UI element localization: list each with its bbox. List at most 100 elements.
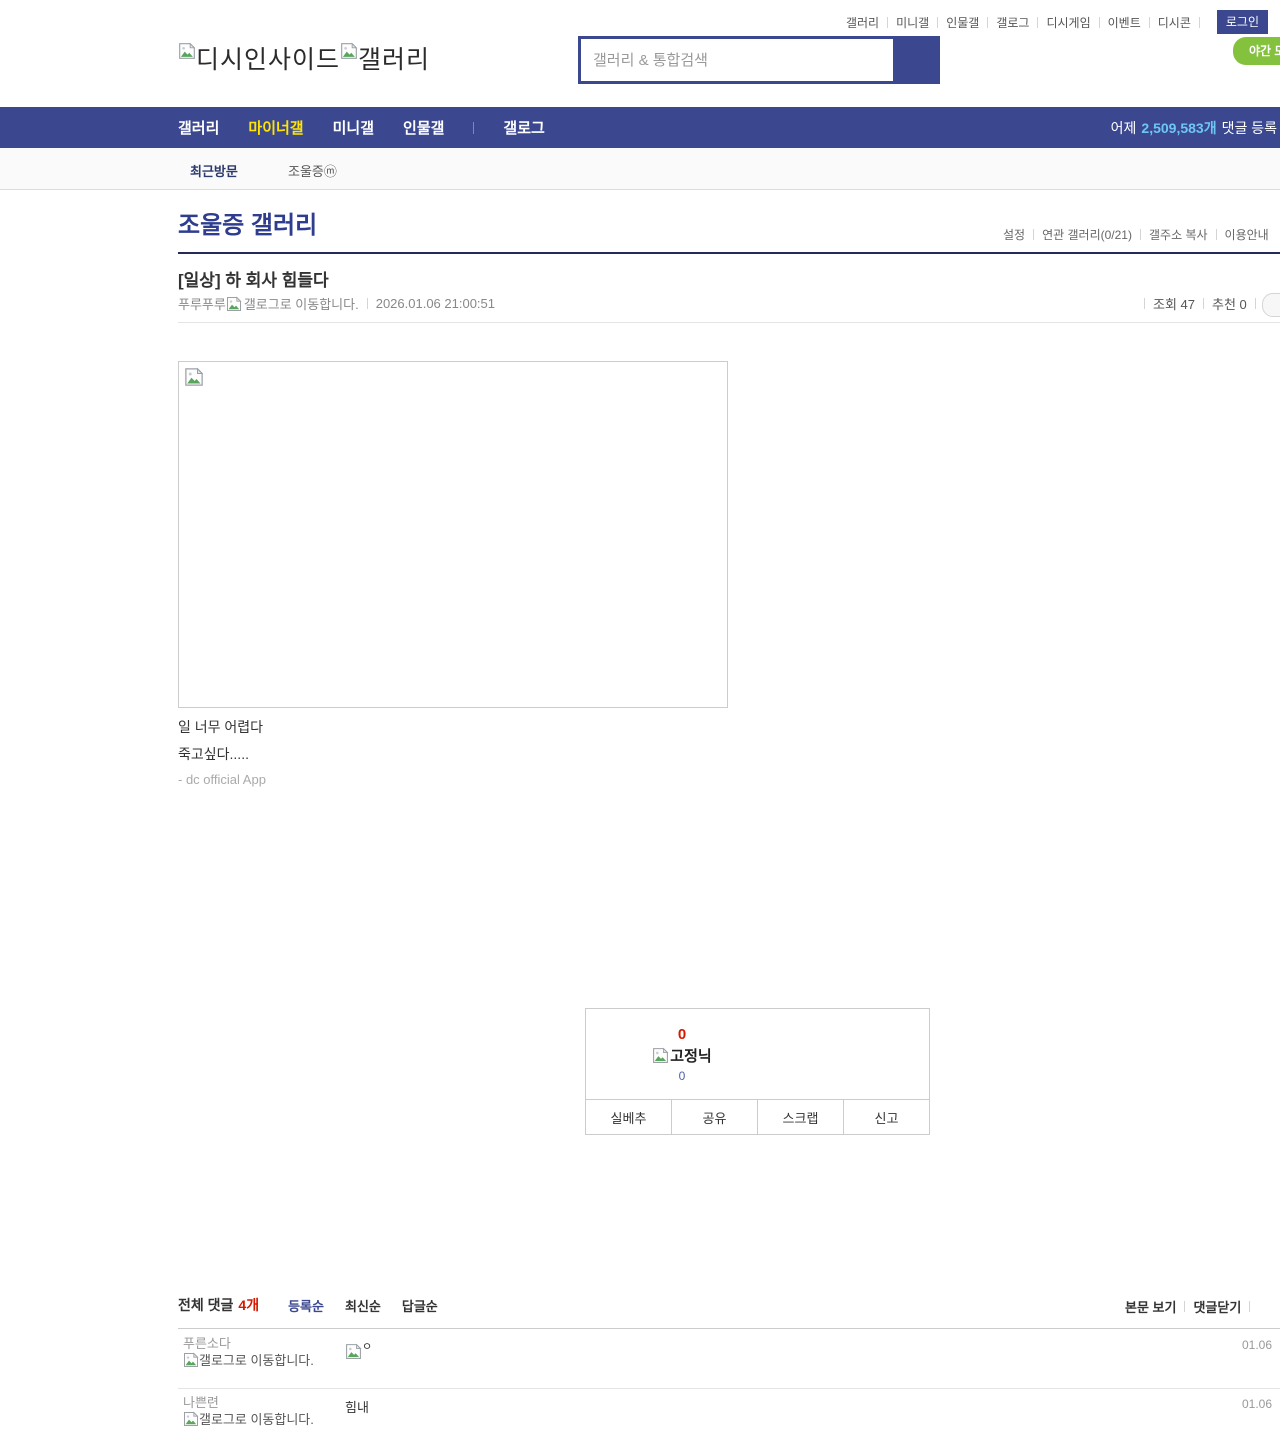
nav-item-gallery[interactable]: 갤러리 (178, 117, 219, 138)
search-button[interactable] (893, 39, 937, 81)
stats-prefix: 어제 (1110, 119, 1137, 136)
recent-visit-label[interactable]: 최근방문 (190, 161, 238, 180)
divider (366, 298, 368, 309)
close-comments-button[interactable]: 댓글닫기 (1193, 1297, 1241, 1316)
divider (1098, 16, 1100, 28)
broken-image-icon (184, 367, 204, 387)
topbar-link-gallog[interactable]: 갤로그 (996, 14, 1029, 31)
comment-author[interactable]: 푸른소다 (183, 1336, 317, 1352)
comment-gallog-link[interactable]: 갤로그로 이동합니다. (183, 1352, 317, 1369)
comment-gallog-link[interactable]: 갤로그로 이동합니다. (183, 1411, 317, 1428)
post-meta: 푸루푸루 갤로그로 이동합니다. 2026.01.06 21:00:51 (178, 294, 495, 313)
comments-total-label: 전체 댓글 (178, 1297, 234, 1313)
broken-image-icon (345, 1343, 362, 1360)
divider (937, 16, 939, 28)
comment-quick-button[interactable] (1262, 293, 1280, 317)
view-post-button[interactable]: 본문 보기 (1125, 1297, 1176, 1316)
comment-content: 힘내 (345, 1400, 369, 1415)
comment-date: 01.06 (1242, 1338, 1273, 1352)
report-button[interactable]: 신고 (843, 1100, 929, 1134)
top-utility-bar: 갤러리 미니갤 인물갤 갤로그 디시게임 이벤트 디시콘 로그인 (846, 10, 1268, 34)
divider (1037, 16, 1039, 28)
broken-image-icon (183, 1352, 199, 1368)
post-title: [일상] 하 회사 힘들다 (178, 271, 329, 290)
nav-item-gallog[interactable]: 갤로그 (503, 117, 544, 138)
broken-image-icon (178, 42, 196, 60)
view-count: 조회 47 (1153, 297, 1195, 312)
divider (1249, 1301, 1251, 1312)
fixed-nick-toggle[interactable]: 고정닉 (652, 1045, 712, 1066)
vote-cluster: 0 고정닉 0 (586, 1009, 778, 1100)
nav-item-persongal[interactable]: 인물갤 (403, 117, 444, 138)
comment-author-block: 나쁜련 갤로그로 이동합니다. (183, 1395, 317, 1428)
fixed-nick-label: 고정닉 (670, 1048, 712, 1065)
topbar-link-persongal[interactable]: 인물갤 (946, 14, 979, 31)
scrap-button[interactable]: 스크랩 (757, 1100, 843, 1134)
main-navigation-bar: 갤러리 마이너갤 미니갤 인물갤 갤로그 어제 2,509,583개 댓글 등록 (0, 107, 1280, 148)
comment-date: 01.06 (1242, 1397, 1273, 1411)
share-button[interactable]: 공유 (671, 1100, 757, 1134)
comment-content: ㅇ (345, 1338, 372, 1360)
vote-footer: 실베추 공유 스크랩 신고 (586, 1099, 929, 1134)
comment-row: 나쁜련 갤로그로 이동합니다. 힘내 01.06 (178, 1390, 1280, 1450)
topbar-link-minigal[interactable]: 미니갤 (896, 14, 929, 31)
divider (1139, 229, 1141, 240)
topbar-link-gallery[interactable]: 갤러리 (846, 14, 879, 31)
divider (473, 121, 475, 134)
divider (1144, 298, 1145, 309)
sort-registered-tab[interactable]: 등록순 (288, 1296, 324, 1315)
recent-visit-bar: 최근방문 조울증ⓜ (0, 148, 1280, 190)
divider (1198, 16, 1200, 28)
dc-app-signature: - dc official App (178, 772, 266, 787)
gallery-settings-link[interactable]: 설정 (1003, 226, 1025, 243)
login-button[interactable]: 로그인 (1216, 10, 1268, 34)
vote-box: 0 고정닉 0 실베추 공유 스크랩 신고 (585, 1008, 930, 1135)
site-logo[interactable]: 디시인사이드 갤러리 (178, 40, 430, 76)
upvote-count: 0 (677, 1026, 687, 1043)
topbar-link-event[interactable]: 이벤트 (1108, 14, 1141, 31)
post-meta-underline (178, 322, 1280, 323)
comment-image-alt: ㅇ (362, 1341, 373, 1353)
topbar-link-dcgame[interactable]: 디시게임 (1046, 14, 1090, 31)
gallog-alt-text: 갤로그로 이동합니다. (199, 1353, 314, 1368)
broken-image-icon (226, 296, 242, 312)
post-author[interactable]: 푸루푸루 (178, 294, 226, 313)
gallery-title[interactable]: 조울증 갤러리 (178, 205, 317, 240)
divider (1215, 229, 1217, 240)
stats-suffix: 댓글 등록 (1221, 119, 1277, 136)
post-body-line: 일 너무 어렵다 (178, 719, 264, 735)
fixed-nick-count: 0 (678, 1069, 686, 1083)
comments-header-right: 본문 보기 댓글닫기 (1125, 1297, 1258, 1316)
search-box (578, 36, 940, 84)
search-input[interactable] (581, 39, 893, 81)
divider (1148, 16, 1150, 28)
comment-author[interactable]: 나쁜련 (183, 1395, 317, 1411)
nav-item-minorgal-active[interactable]: 마이너갤 (248, 117, 303, 138)
post-body-line: 죽고싶다..... (178, 746, 249, 762)
comment-row: 푸른소다 갤로그로 이동합니다. ㅇ 01.06 (178, 1331, 1280, 1389)
divider (1254, 298, 1256, 309)
usage-guide-link[interactable]: 이용안내 (1225, 226, 1269, 243)
content-top-border (178, 252, 1280, 254)
silbechu-button[interactable]: 실베추 (586, 1100, 671, 1134)
topbar-link-dccon[interactable]: 디시콘 (1158, 14, 1191, 31)
divider (887, 16, 889, 28)
author-gallog-link[interactable]: 갤로그로 이동합니다. (226, 294, 359, 313)
comment-author-block: 푸른소다 갤로그로 이동합니다. (183, 1336, 317, 1369)
divider (1033, 229, 1035, 240)
night-mode-button[interactable]: 야간 모드 (1233, 37, 1280, 65)
broken-image-icon (340, 42, 358, 60)
copy-gallery-url-link[interactable]: 갤주소 복사 (1149, 226, 1208, 243)
related-gallery-link[interactable]: 연관 갤러리(0/21) (1042, 226, 1132, 243)
nav-item-minigal[interactable]: 미니갤 (333, 117, 374, 138)
sort-newest-tab[interactable]: 최신순 (345, 1296, 381, 1315)
post-body-text: 일 너무 어렵다 죽고싶다..... (178, 714, 263, 768)
sort-reply-tab[interactable]: 답글순 (402, 1296, 438, 1315)
logo-text-dcinside: 디시인사이드 (196, 46, 341, 74)
visited-gallery-tab[interactable]: 조울증ⓜ (288, 161, 337, 180)
post-meta-right: 조회 47 추천 0 (1136, 294, 1264, 313)
post-date: 2026.01.06 21:00:51 (375, 296, 495, 311)
comments-total-count: 4개 (238, 1297, 260, 1313)
divider (1203, 298, 1204, 309)
divider (1184, 1301, 1186, 1312)
